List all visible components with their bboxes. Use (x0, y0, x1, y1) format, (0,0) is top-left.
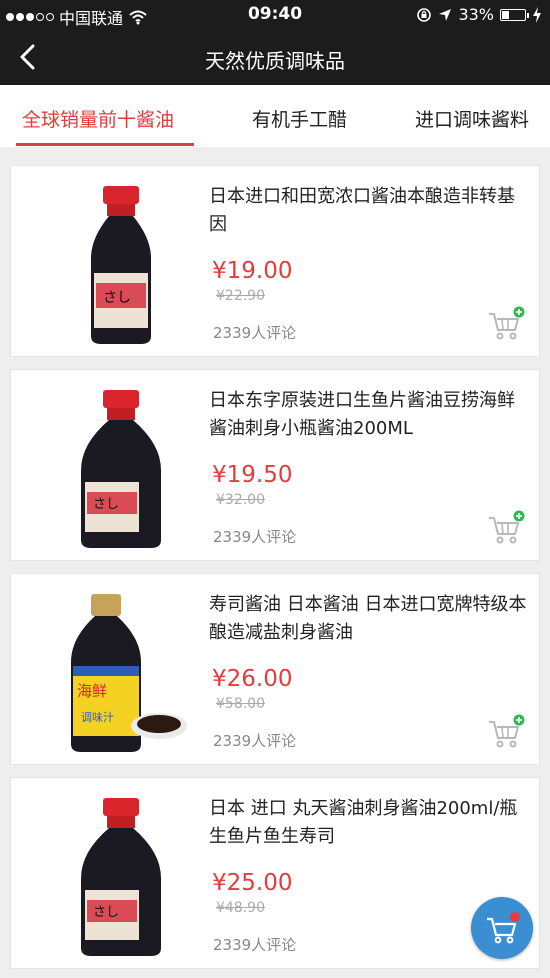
svg-text:さし: さし (93, 905, 119, 920)
page-title: 天然优质调味品 (205, 49, 345, 73)
nav-bar: 天然优质调味品 (0, 30, 550, 85)
cart-add-icon[interactable] (487, 510, 525, 546)
product-original-price: ¥22.90 (216, 288, 265, 304)
product-price: ¥26.00 (212, 666, 293, 692)
tab-organic-vinegar[interactable]: 有机手工醋 (252, 105, 347, 132)
product-image: さし (91, 186, 151, 344)
product-image: さし (81, 390, 161, 548)
product-price: ¥19.50 (212, 462, 293, 488)
product-name: 日本东字原装进口生鱼片酱油豆捞海鲜酱油刺身小瓶酱油200ML (209, 390, 515, 439)
product-review-count: 2339人评论 (213, 528, 297, 546)
svg-text:さし: さし (93, 497, 119, 512)
product-review-count: 2339人评论 (213, 324, 297, 342)
product-image: 海鲜 调味汁 (71, 594, 187, 752)
product-card[interactable]: さし 日本东字原装进口生鱼片酱油豆捞海鲜酱油刺身小瓶酱油200ML ¥19.50… (10, 369, 540, 561)
product-review-count: 2339人评论 (213, 936, 297, 954)
product-original-price: ¥48.90 (216, 900, 265, 916)
product-original-price: ¥32.00 (216, 492, 265, 508)
active-tab-indicator (16, 143, 194, 146)
location-icon (439, 8, 452, 21)
product-image: さし (81, 798, 161, 956)
cart-add-icon[interactable] (487, 306, 525, 342)
product-name: 寿司酱油 日本酱油 日本进口宽牌特级本酿造减盐刺身酱油 (209, 594, 527, 643)
svg-text:调味汁: 调味汁 (81, 711, 114, 724)
status-bar: 中国联通 09:40 33% (0, 0, 550, 30)
category-tabs: 全球销量前十酱油 有机手工醋 进口调味酱料 (0, 85, 550, 147)
floating-cart-button[interactable] (471, 897, 533, 959)
tab-top-ten-soy-sauce[interactable]: 全球销量前十酱油 (22, 105, 174, 132)
rotation-lock-icon (417, 7, 432, 22)
product-card[interactable]: さし 日本进口和田宽浓口酱油本酿造非转基因 ¥19.00 ¥22.90 2339… (10, 165, 540, 357)
battery-icon (500, 8, 529, 21)
product-card[interactable]: さし 日本 进口 丸天酱油刺身酱油200ml/瓶生鱼片鱼生寿司 ¥25.00 ¥… (10, 777, 540, 969)
product-price: ¥25.00 (212, 870, 293, 896)
cart-add-icon[interactable] (487, 714, 525, 750)
product-original-price: ¥58.00 (216, 696, 265, 712)
product-review-count: 2339人评论 (213, 732, 297, 750)
product-name: 日本进口和田宽浓口酱油本酿造非转基因 (209, 186, 515, 235)
charging-icon (533, 6, 541, 23)
product-name: 日本 进口 丸天酱油刺身酱油200ml/瓶生鱼片鱼生寿司 (209, 798, 518, 847)
cart-icon (487, 912, 520, 944)
svg-text:さし: さし (103, 290, 131, 306)
status-right: 33% (416, 5, 542, 24)
tab-imported-sauces[interactable]: 进口调味酱料 (415, 105, 529, 132)
svg-text:海鲜: 海鲜 (77, 682, 107, 700)
product-card[interactable]: 海鲜 调味汁 寿司酱油 日本酱油 日本进口宽牌特级本酿造减盐刺身酱油 ¥26.0… (10, 573, 540, 765)
product-price: ¥19.00 (212, 258, 293, 284)
battery-percent: 33% (458, 5, 494, 24)
